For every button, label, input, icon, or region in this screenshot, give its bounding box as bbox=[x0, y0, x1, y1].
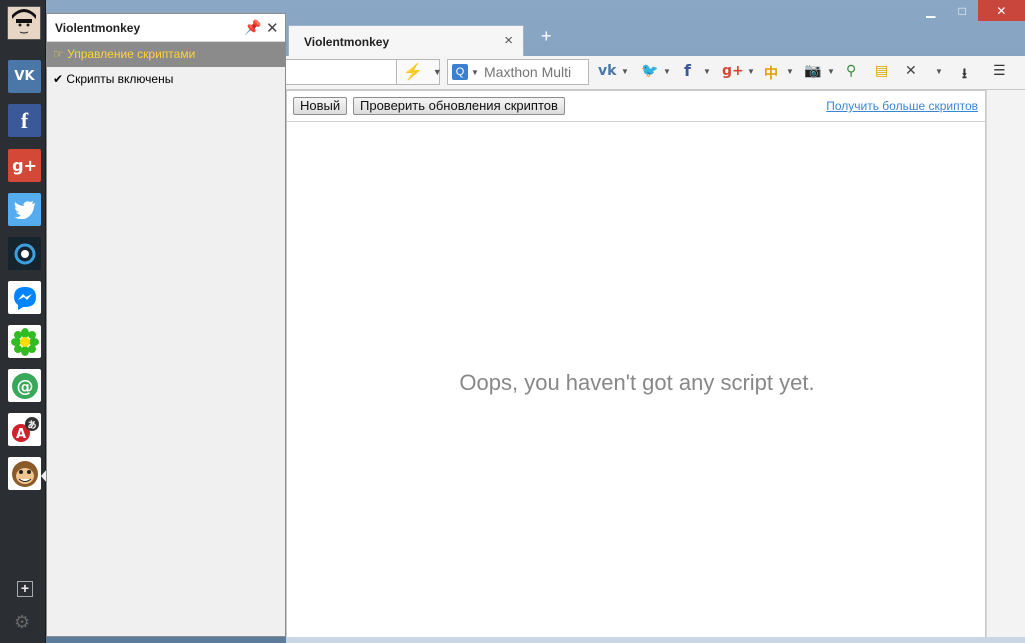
download-icon[interactable]: ⭳ bbox=[962, 63, 967, 87]
minimize-button[interactable]: ▁ bbox=[915, 0, 946, 21]
svg-text:@: @ bbox=[16, 377, 33, 397]
panel-header: Violentmonkey 📌 ✕ bbox=[47, 14, 285, 42]
close-window-button[interactable]: ✕ bbox=[977, 0, 1025, 21]
mail-agent-icon[interactable]: @ bbox=[8, 369, 41, 402]
search-input[interactable] bbox=[484, 64, 584, 80]
add-sidebar-item-button[interactable]: + bbox=[17, 581, 33, 597]
tab-title: Violentmonkey bbox=[304, 35, 390, 49]
tools-caret-icon[interactable]: ▼ bbox=[935, 67, 943, 76]
new-script-button[interactable]: Новый bbox=[293, 97, 348, 115]
tools-wrench-icon[interactable]: ✕ bbox=[905, 63, 917, 79]
address-extras: ⚡ ▼ bbox=[396, 59, 442, 85]
twitter-toolbar-icon[interactable]: 🐦 bbox=[641, 63, 658, 79]
search-box: Q ▼ bbox=[447, 59, 589, 85]
facebook-caret-icon[interactable]: ▼ bbox=[703, 67, 711, 76]
search-engine-caret-icon[interactable]: ▼ bbox=[471, 68, 479, 77]
maximize-button[interactable]: □ bbox=[946, 0, 977, 21]
vk-icon[interactable]: VK bbox=[8, 60, 41, 93]
twitter-caret-icon[interactable]: ▼ bbox=[663, 67, 671, 76]
translate-caret-icon[interactable]: ▼ bbox=[786, 67, 794, 76]
menu-manage-scripts-label: Управление скриптами bbox=[67, 47, 196, 61]
page-action-bar: Новый Проверить обновления скриптов Полу… bbox=[287, 91, 985, 122]
pin-icon[interactable]: 📌 bbox=[244, 19, 261, 36]
translate-toolbar-icon[interactable]: 中 bbox=[764, 63, 778, 83]
google-plus-toolbar-icon[interactable]: g+ bbox=[722, 63, 744, 79]
reader-search-icon[interactable]: ⚲ bbox=[846, 63, 856, 79]
browser-window: ▁ □ ✕ Violentmonkey × + ⚡ ▼ Q ▼ vk ▼ 🐦 ▼ bbox=[286, 0, 1025, 643]
tab-violentmonkey[interactable]: Violentmonkey × bbox=[288, 25, 524, 56]
menu-scripts-enabled-label: Скрипты включены bbox=[66, 72, 174, 86]
messenger-icon[interactable] bbox=[8, 281, 41, 314]
violentmonkey-panel: Violentmonkey 📌 ✕ ☞ Управление скриптами… bbox=[46, 13, 286, 637]
facebook-toolbar-icon[interactable]: f bbox=[684, 61, 691, 80]
screenshot-camera-icon[interactable]: 📷 bbox=[804, 63, 821, 79]
menu-scripts-enabled[interactable]: ✔ Скрипты включены bbox=[47, 67, 285, 92]
menu-list-icon[interactable]: ☰ bbox=[993, 63, 1006, 79]
google-plus-icon[interactable]: g+ bbox=[8, 149, 41, 182]
close-panel-icon[interactable]: ✕ bbox=[266, 19, 279, 37]
search-engine-icon[interactable]: Q bbox=[452, 64, 468, 80]
user-avatar[interactable] bbox=[7, 6, 41, 40]
check-updates-button[interactable]: Проверить обновления скриптов bbox=[353, 97, 565, 115]
facebook-icon[interactable]: f bbox=[8, 104, 41, 137]
icq-icon[interactable] bbox=[8, 325, 41, 358]
translator-icon[interactable]: Aあ bbox=[8, 413, 41, 446]
empty-state-message: Oops, you haven't got any script yet. bbox=[459, 370, 815, 395]
status-bar bbox=[286, 637, 1025, 643]
vk-toolbar-icon[interactable]: vk bbox=[598, 63, 616, 79]
screenshot-caret-icon[interactable]: ▼ bbox=[827, 67, 835, 76]
twitter-icon[interactable] bbox=[8, 193, 41, 226]
violentmonkey-icon[interactable] bbox=[8, 457, 41, 490]
menu-manage-scripts[interactable]: ☞ Управление скриптами bbox=[47, 42, 285, 67]
new-tab-button[interactable]: + bbox=[541, 26, 552, 47]
skype-like-icon[interactable] bbox=[8, 237, 41, 270]
address-dropdown-icon[interactable]: ▼ bbox=[433, 67, 442, 77]
notepad-icon[interactable]: ▤ bbox=[875, 63, 888, 79]
hand-pointer-icon: ☞ bbox=[53, 47, 64, 61]
get-more-scripts-link[interactable]: Получить больше скриптов bbox=[826, 99, 978, 113]
settings-gear-icon[interactable]: ⚙ bbox=[14, 612, 30, 633]
right-scroll-area[interactable] bbox=[986, 90, 1025, 643]
tab-close-icon[interactable]: × bbox=[504, 32, 513, 49]
tab-bar: Violentmonkey × + bbox=[286, 22, 1025, 56]
svg-text:A: A bbox=[15, 427, 25, 442]
checkmark-icon: ✔ bbox=[53, 72, 64, 86]
vk-caret-icon[interactable]: ▼ bbox=[621, 67, 629, 76]
panel-title: Violentmonkey bbox=[55, 21, 141, 35]
google-plus-caret-icon[interactable]: ▼ bbox=[747, 67, 755, 76]
window-frame: VK f g+ @ Aあ + ⚙ Violentmonkey 📌 ✕ ☞ Упр… bbox=[0, 0, 1025, 643]
sidebar: VK f g+ @ Aあ + ⚙ bbox=[0, 0, 47, 643]
toolbar: ⚡ ▼ Q ▼ vk▼ 🐦▼ f▼ g+▼ 中▼ 📷▼ ⚲ ▤ ✕ ▼ ⭳ ☰ bbox=[286, 56, 1025, 90]
window-controls: ▁ □ ✕ bbox=[915, 0, 1025, 21]
lightning-icon[interactable]: ⚡ bbox=[403, 62, 423, 82]
svg-text:あ: あ bbox=[27, 420, 36, 431]
page-content: Новый Проверить обновления скриптов Полу… bbox=[286, 90, 986, 643]
